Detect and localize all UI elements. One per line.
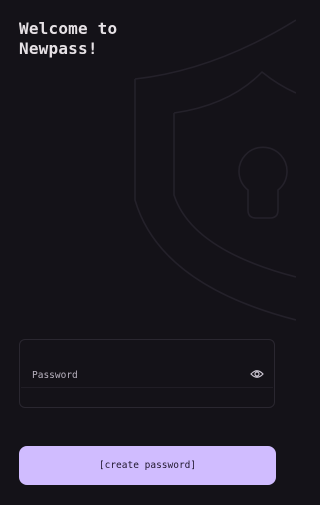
eye-icon[interactable] — [250, 368, 264, 380]
welcome-title: Welcome to Newpass! — [19, 19, 179, 59]
password-field — [19, 339, 275, 408]
shield-keyhole-icon — [134, 19, 296, 321]
welcome-title-line-1: Welcome to — [19, 19, 118, 38]
welcome-title-line-2: Newpass! — [19, 39, 98, 58]
create-password-button[interactable]: [create password] — [19, 446, 276, 485]
password-input[interactable] — [32, 366, 232, 384]
password-field-underline — [21, 387, 273, 388]
